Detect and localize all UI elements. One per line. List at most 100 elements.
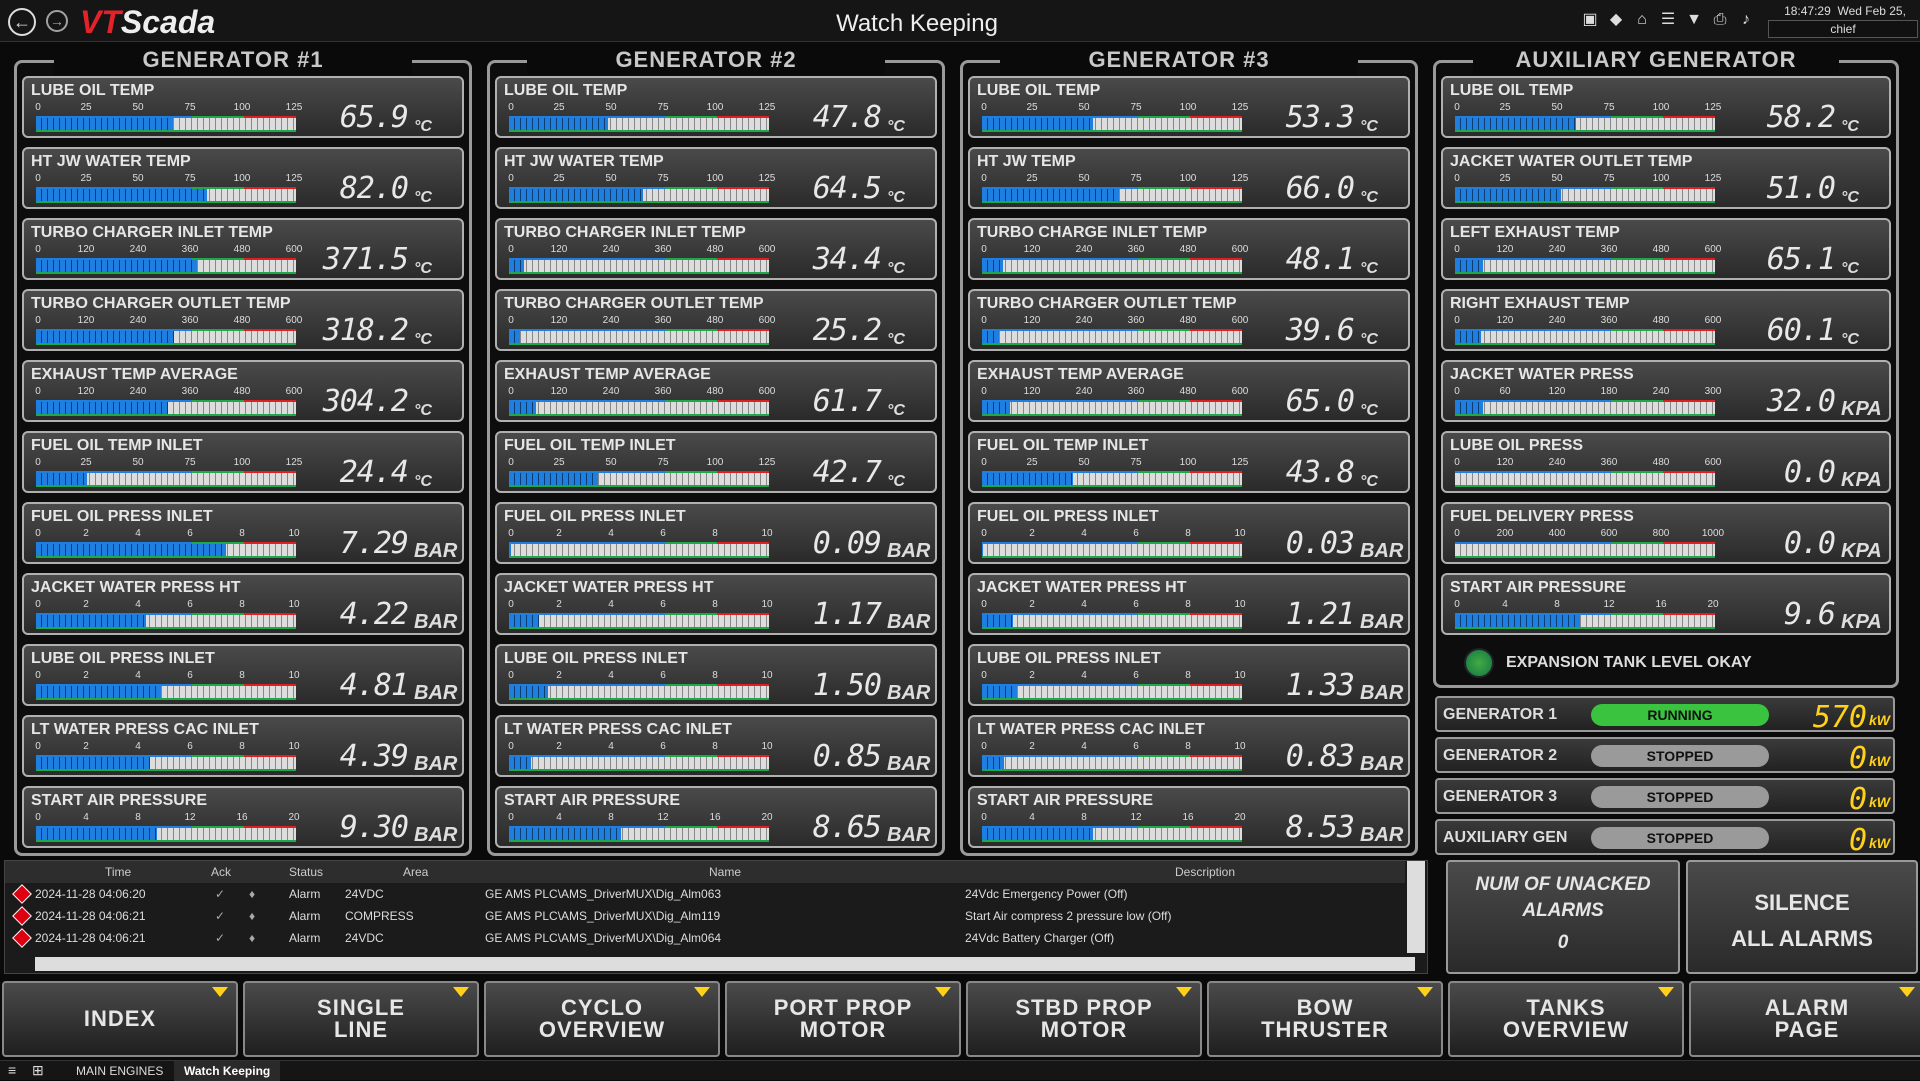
gen-status-row[interactable]: AUXILIARY GEN STOPPED 0 kW <box>1435 819 1895 858</box>
gauge[interactable]: LUBE OIL TEMP 0 25 50 75 100 125 47.8 °C <box>495 76 937 138</box>
nav-stbd-prop[interactable]: STBD PROP MOTOR <box>966 981 1202 1057</box>
gauge[interactable]: LT WATER PRESS CAC INLET 0 2 4 6 8 10 0.83 BAR <box>968 715 1410 777</box>
gauge-value: 4.81 <box>339 668 409 703</box>
image-icon[interactable]: ▣ <box>1580 10 1600 30</box>
gauge[interactable]: LUBE OIL PRESS 0 120 240 360 480 600 0.0 KPA <box>1441 431 1891 493</box>
gauge[interactable]: FUEL OIL TEMP INLET 0 25 50 75 100 125 43.8 °C <box>968 431 1410 493</box>
nav-single[interactable]: SINGLE LINE <box>243 981 479 1057</box>
gauge[interactable]: START AIR PRESSURE 0 4 8 12 16 20 9.6 KPA <box>1441 573 1891 635</box>
check-icon[interactable]: ✓ <box>215 887 225 901</box>
tick-label: 0 <box>981 315 987 326</box>
gauge[interactable]: TURBO CHARGER OUTLET TEMP 0 120 240 360 480 60… <box>22 289 464 351</box>
check-icon[interactable]: ✓ <box>215 931 225 945</box>
tab-watch-keeping[interactable]: Watch Keeping <box>174 1061 281 1081</box>
bell-icon[interactable]: ♪ <box>1736 10 1756 30</box>
gauge[interactable]: LT WATER PRESS CAC INLET 0 2 4 6 8 10 0.85 BAR <box>495 715 937 777</box>
menu-icon[interactable]: ≡ <box>8 1062 16 1078</box>
gauge[interactable]: TURBO CHARGE INLET TEMP 0 120 240 360 480 600 4… <box>968 218 1410 280</box>
gauge[interactable]: JACKET WATER OUTLET TEMP 0 25 50 75 100 125 51.… <box>1441 147 1891 209</box>
gauge[interactable]: FUEL DELIVERY PRESS 0 200 400 600 800 1000 0.0 K… <box>1441 502 1891 564</box>
col-time[interactable]: Time <box>105 865 131 879</box>
gauge[interactable]: LUBE OIL PRESS INLET 0 2 4 6 8 10 1.33 BAR <box>968 644 1410 706</box>
gauge[interactable]: EXHAUST TEMP AVERAGE 0 120 240 360 480 600 61.7… <box>495 360 937 422</box>
tick-label: 600 <box>1704 457 1722 468</box>
gauge[interactable]: JACKET WATER PRESS HT 0 2 4 6 8 10 4.22 BAR <box>22 573 464 635</box>
nav-cyclo[interactable]: CYCLO OVERVIEW <box>484 981 720 1057</box>
dropdown-triangle-icon[interactable] <box>1658 987 1674 997</box>
grid-icon[interactable]: ⊞ <box>32 1062 44 1079</box>
tick-label: 50 <box>1078 102 1090 113</box>
gen-status-row[interactable]: GENERATOR 2 STOPPED 0 kW <box>1435 737 1895 776</box>
nav-alarm[interactable]: ALARM PAGE <box>1689 981 1920 1057</box>
alarm-row[interactable]: 2024-11-28 04:06:21 ✓ ♦ Alarm 24VDC GE AMS PL… <box>5 927 1405 949</box>
check-icon[interactable]: ✓ <box>215 909 225 923</box>
gauge[interactable]: JACKET WATER PRESS HT 0 2 4 6 8 10 1.21 BAR <box>968 573 1410 635</box>
gauge[interactable]: LUBE OIL TEMP 0 25 50 75 100 125 65.9 °C <box>22 76 464 138</box>
gauge[interactable]: LUBE OIL TEMP 0 25 50 75 100 125 53.3 °C <box>968 76 1410 138</box>
dropdown-triangle-icon[interactable] <box>212 987 228 997</box>
gen-status-row[interactable]: GENERATOR 1 RUNNING 570 kW <box>1435 696 1895 735</box>
nav-index[interactable]: INDEX <box>2 981 238 1057</box>
nav-port-prop[interactable]: PORT PROP MOTOR <box>725 981 961 1057</box>
forward-arrow-icon[interactable]: → <box>46 10 68 32</box>
tick-label: 480 <box>706 315 724 326</box>
dropdown-triangle-icon[interactable] <box>694 987 710 997</box>
nav-tanks[interactable]: TANKS OVERVIEW <box>1448 981 1684 1057</box>
gauge[interactable]: TURBO CHARGER INLET TEMP 0 120 240 360 480 600… <box>22 218 464 280</box>
gauge[interactable]: LUBE OIL PRESS INLET 0 2 4 6 8 10 4.81 BAR <box>22 644 464 706</box>
gauge-bar <box>509 400 769 416</box>
tab-main-engines[interactable]: MAIN ENGINES <box>76 1064 163 1078</box>
col-ack[interactable]: Ack <box>211 865 231 879</box>
gauge[interactable]: FUEL OIL PRESS INLET 0 2 4 6 8 10 7.29 BAR <box>22 502 464 564</box>
dropdown-triangle-icon[interactable] <box>935 987 951 997</box>
gauge[interactable]: LUBE OIL TEMP 0 25 50 75 100 125 58.2 °C <box>1441 76 1891 138</box>
back-arrow-icon[interactable]: ← <box>8 8 36 36</box>
gauge[interactable]: TURBO CHARGER OUTLET TEMP 0 120 240 360 480 60… <box>495 289 937 351</box>
silence-all-alarms-button[interactable]: SILENCE ALL ALARMS <box>1686 860 1918 974</box>
gauge[interactable]: FUEL OIL PRESS INLET 0 2 4 6 8 10 0.09 BAR <box>495 502 937 564</box>
gauge[interactable]: START AIR PRESSURE 0 4 8 12 16 20 9.30 BAR <box>22 786 464 848</box>
report-icon[interactable]: ☰ <box>1658 10 1678 30</box>
gauge[interactable]: JACKET WATER PRESS HT 0 2 4 6 8 10 1.17 BAR <box>495 573 937 635</box>
gauge[interactable]: HT JW TEMP 0 25 50 75 100 125 66.0 °C <box>968 147 1410 209</box>
gen-status-row[interactable]: GENERATOR 3 STOPPED 0 kW <box>1435 778 1895 817</box>
gauge-unit: °C <box>1360 402 1378 419</box>
gauge[interactable]: LEFT EXHAUST TEMP 0 120 240 360 480 600 65.1 °C <box>1441 218 1891 280</box>
gauge-unit: BAR <box>887 824 931 846</box>
printer-icon[interactable]: ⎙ <box>1710 10 1730 30</box>
gauge[interactable]: START AIR PRESSURE 0 4 8 12 16 20 8.65 BAR <box>495 786 937 848</box>
dropdown-triangle-icon[interactable] <box>1176 987 1192 997</box>
col-area[interactable]: Area <box>403 865 428 879</box>
col-description[interactable]: Description <box>1175 865 1235 879</box>
gauge[interactable]: RIGHT EXHAUST TEMP 0 120 240 360 480 600 60.1 °C <box>1441 289 1891 351</box>
dropdown-triangle-icon[interactable] <box>1899 987 1915 997</box>
gauge[interactable]: TURBO CHARGER INLET TEMP 0 120 240 360 480 600… <box>495 218 937 280</box>
alarm-list[interactable]: Time Ack Status Area Name Description 20… <box>4 860 1428 974</box>
dropdown-triangle-icon[interactable] <box>453 987 469 997</box>
alarm-row[interactable]: 2024-11-28 04:06:21 ✓ ♦ Alarm COMPRESS GE AMS… <box>5 905 1405 927</box>
gauge[interactable]: EXHAUST TEMP AVERAGE 0 120 240 360 480 600 304.… <box>22 360 464 422</box>
gauge[interactable]: HT JW WATER TEMP 0 25 50 75 100 125 82.0 °C <box>22 147 464 209</box>
gauge[interactable]: LUBE OIL PRESS INLET 0 2 4 6 8 10 1.50 BAR <box>495 644 937 706</box>
gauge[interactable]: JACKET WATER PRESS 0 60 120 180 240 300 32.0 KPA <box>1441 360 1891 422</box>
col-status[interactable]: Status <box>289 865 323 879</box>
gauge[interactable]: START AIR PRESSURE 0 4 8 12 16 20 8.53 BAR <box>968 786 1410 848</box>
user-field[interactable]: chief <box>1768 20 1918 38</box>
home-icon[interactable]: ⌂ <box>1632 10 1652 30</box>
nav-bow[interactable]: BOW THRUSTER <box>1207 981 1443 1057</box>
tag-icon[interactable]: ◆ <box>1606 10 1626 30</box>
tick-label: 360 <box>181 244 199 255</box>
filter-icon[interactable]: ▼ <box>1684 10 1704 30</box>
dropdown-triangle-icon[interactable] <box>1417 987 1433 997</box>
gauge[interactable]: FUEL OIL PRESS INLET 0 2 4 6 8 10 0.03 BAR <box>968 502 1410 564</box>
alarm-list-hscrollbar[interactable] <box>35 957 1415 971</box>
gauge[interactable]: HT JW WATER TEMP 0 25 50 75 100 125 64.5 °C <box>495 147 937 209</box>
alarm-list-scrollbar[interactable] <box>1407 861 1425 953</box>
alarm-row[interactable]: 2024-11-28 04:06:20 ✓ ♦ Alarm 24VDC GE AMS PL… <box>5 883 1405 905</box>
gauge[interactable]: TURBO CHARGER OUTLET TEMP 0 120 240 360 480 60… <box>968 289 1410 351</box>
gauge[interactable]: FUEL OIL TEMP INLET 0 25 50 75 100 125 24.4 °C <box>22 431 464 493</box>
gauge[interactable]: FUEL OIL TEMP INLET 0 25 50 75 100 125 42.7 °C <box>495 431 937 493</box>
gauge[interactable]: LT WATER PRESS CAC INLET 0 2 4 6 8 10 4.39 BAR <box>22 715 464 777</box>
gauge[interactable]: EXHAUST TEMP AVERAGE 0 120 240 360 480 600 65.0… <box>968 360 1410 422</box>
col-name[interactable]: Name <box>709 865 741 879</box>
